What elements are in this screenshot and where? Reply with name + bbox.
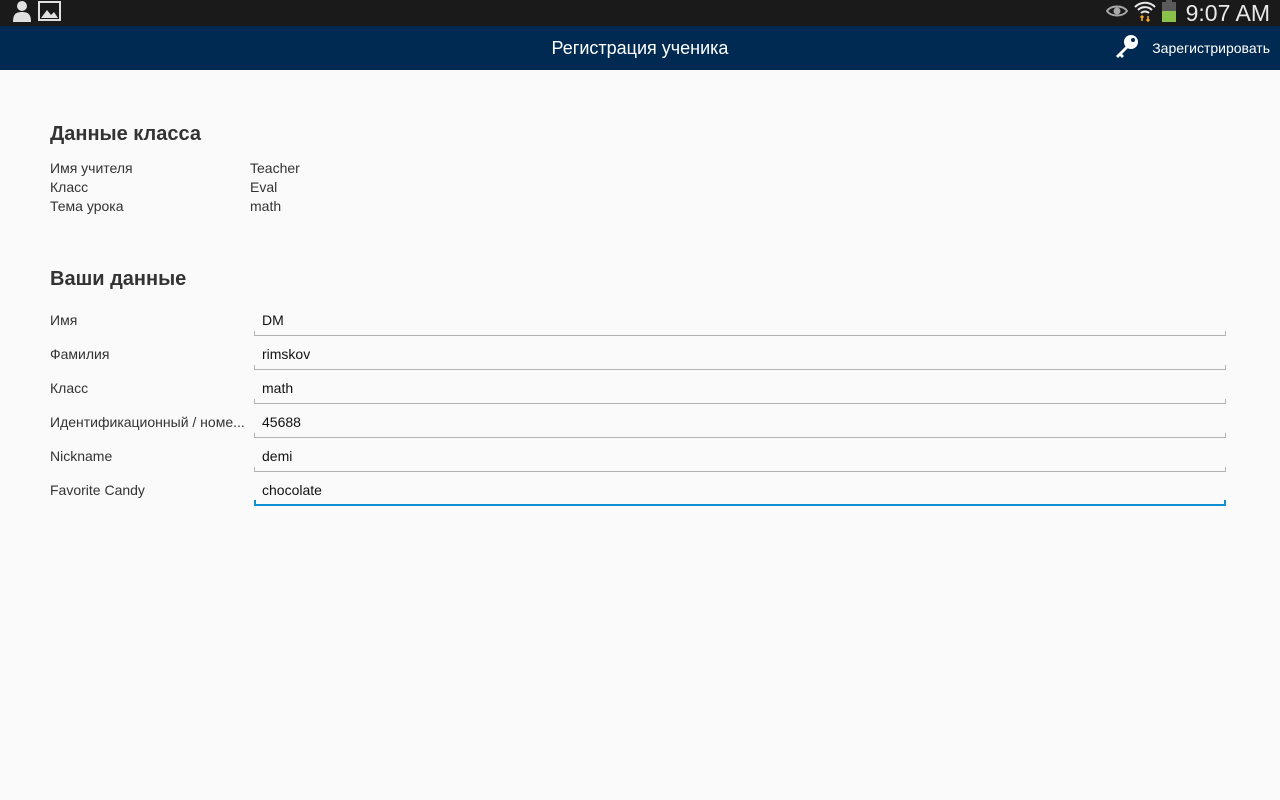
favorite-candy-field[interactable] — [254, 476, 1226, 504]
first-name-field-wrap — [254, 306, 1226, 336]
class-field-wrap — [254, 374, 1226, 404]
class-section-title: Данные класса — [50, 123, 201, 145]
page-title: Регистрация ученика — [551, 38, 729, 58]
info-value: Eval — [250, 179, 278, 195]
id-number-label: Идентификационный / номе... — [50, 414, 245, 430]
user-section-title: Ваши данные — [50, 268, 187, 290]
info-value: math — [250, 198, 282, 214]
form-row-last-name: Фамилия — [50, 340, 1227, 370]
form-row-first-name: Имя — [50, 306, 1227, 336]
form-row-class: Класс — [50, 374, 1227, 404]
first-name-field[interactable] — [254, 306, 1226, 334]
info-label: Имя учителя — [50, 160, 133, 176]
register-button[interactable]: Зарегистрировать — [1114, 26, 1270, 70]
last-name-field-wrap — [254, 340, 1226, 370]
status-time: 9:07 AM — [1185, 0, 1270, 26]
wifi-icon — [1133, 0, 1156, 26]
eye-icon — [1105, 3, 1128, 23]
form-row-favorite-candy: Favorite Candy — [50, 476, 1227, 506]
nickname-field[interactable] — [254, 442, 1226, 470]
status-bar-system: 9:07 AM — [1105, 0, 1270, 26]
info-value: Teacher — [250, 160, 300, 176]
image-icon — [38, 1, 61, 25]
status-bar-notifications — [12, 0, 61, 26]
form-row-nickname: Nickname — [50, 442, 1227, 472]
last-name-field[interactable] — [254, 340, 1226, 368]
person-icon — [12, 0, 32, 26]
field-underline — [254, 369, 1226, 370]
info-label: Тема урока — [50, 198, 124, 214]
favorite-candy-label: Favorite Candy — [50, 482, 145, 498]
favorite-candy-field-wrap — [254, 476, 1226, 506]
last-name-label: Фамилия — [50, 346, 110, 362]
field-underline-focused — [254, 504, 1226, 506]
nickname-field-wrap — [254, 442, 1226, 472]
key-icon — [1114, 33, 1140, 63]
nickname-label: Nickname — [50, 448, 113, 464]
info-label: Класс — [50, 179, 89, 195]
status-bar: 9:07 AM — [0, 0, 1280, 26]
field-underline — [254, 471, 1226, 472]
class-field[interactable] — [254, 374, 1226, 402]
action-bar: Регистрация ученика Зарегистрировать — [0, 26, 1280, 70]
field-underline — [254, 437, 1226, 438]
class-label: Класс — [50, 380, 89, 396]
first-name-label: Имя — [50, 312, 78, 328]
id-number-field-wrap — [254, 408, 1226, 438]
form-row-id-number: Идентификационный / номе... — [50, 408, 1227, 438]
id-number-field[interactable] — [254, 408, 1226, 436]
battery-icon — [1161, 0, 1176, 26]
field-underline — [254, 335, 1226, 336]
field-underline — [254, 403, 1226, 404]
register-button-label: Зарегистрировать — [1152, 40, 1270, 56]
